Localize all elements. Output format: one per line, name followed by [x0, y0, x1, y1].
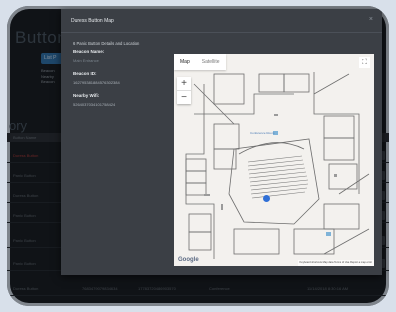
fullscreen-icon[interactable]: ⛶ [359, 57, 370, 68]
close-icon[interactable]: × [369, 16, 373, 23]
beacon-details: 6 Panic Button Details and Location Beac… [73, 41, 165, 115]
beacon-id-value: 162795381884576302384 [73, 80, 120, 85]
floor-plan-drawing [185, 72, 370, 259]
details-subtitle: 6 Panic Button Details and Location [73, 41, 140, 46]
screen-frame: Button D List P Beacon Nearby Beacon ory… [7, 6, 389, 306]
beacon-name-value: Main Entrance [73, 58, 99, 63]
map-type-tabs: Map Satellite [174, 54, 226, 70]
nearby-wifi-label: Nearby Wifi: [73, 93, 100, 98]
zoom-control: + − [177, 77, 191, 104]
zoom-out-button[interactable]: − [177, 91, 191, 104]
google-logo[interactable]: Google [178, 257, 199, 263]
zoom-in-button[interactable]: + [177, 77, 191, 90]
floor-plan-map[interactable]: Conference Room Map Satellite ⛶ + − Goog… [174, 54, 374, 266]
map-attribution[interactable]: Keyboard shortcuts Map data Terms of Use… [297, 260, 374, 266]
duress-button-map-modal: Duress Button Map × 6 Panic Button Detai… [61, 9, 382, 275]
tab-map[interactable]: Map [174, 54, 196, 70]
modal-title: Duress Button Map [71, 18, 114, 24]
nearby-wifi-value: 5264037034101758424 [73, 102, 116, 107]
beacon-location-marker[interactable] [263, 195, 270, 202]
tab-satellite[interactable]: Satellite [196, 54, 226, 70]
beacon-name-label: Beacon Name: [73, 49, 105, 54]
room-label: Conference Room [250, 131, 275, 135]
beacon-id-label: Beacon ID: [73, 71, 97, 76]
modal-header: Duress Button Map × [61, 9, 382, 33]
